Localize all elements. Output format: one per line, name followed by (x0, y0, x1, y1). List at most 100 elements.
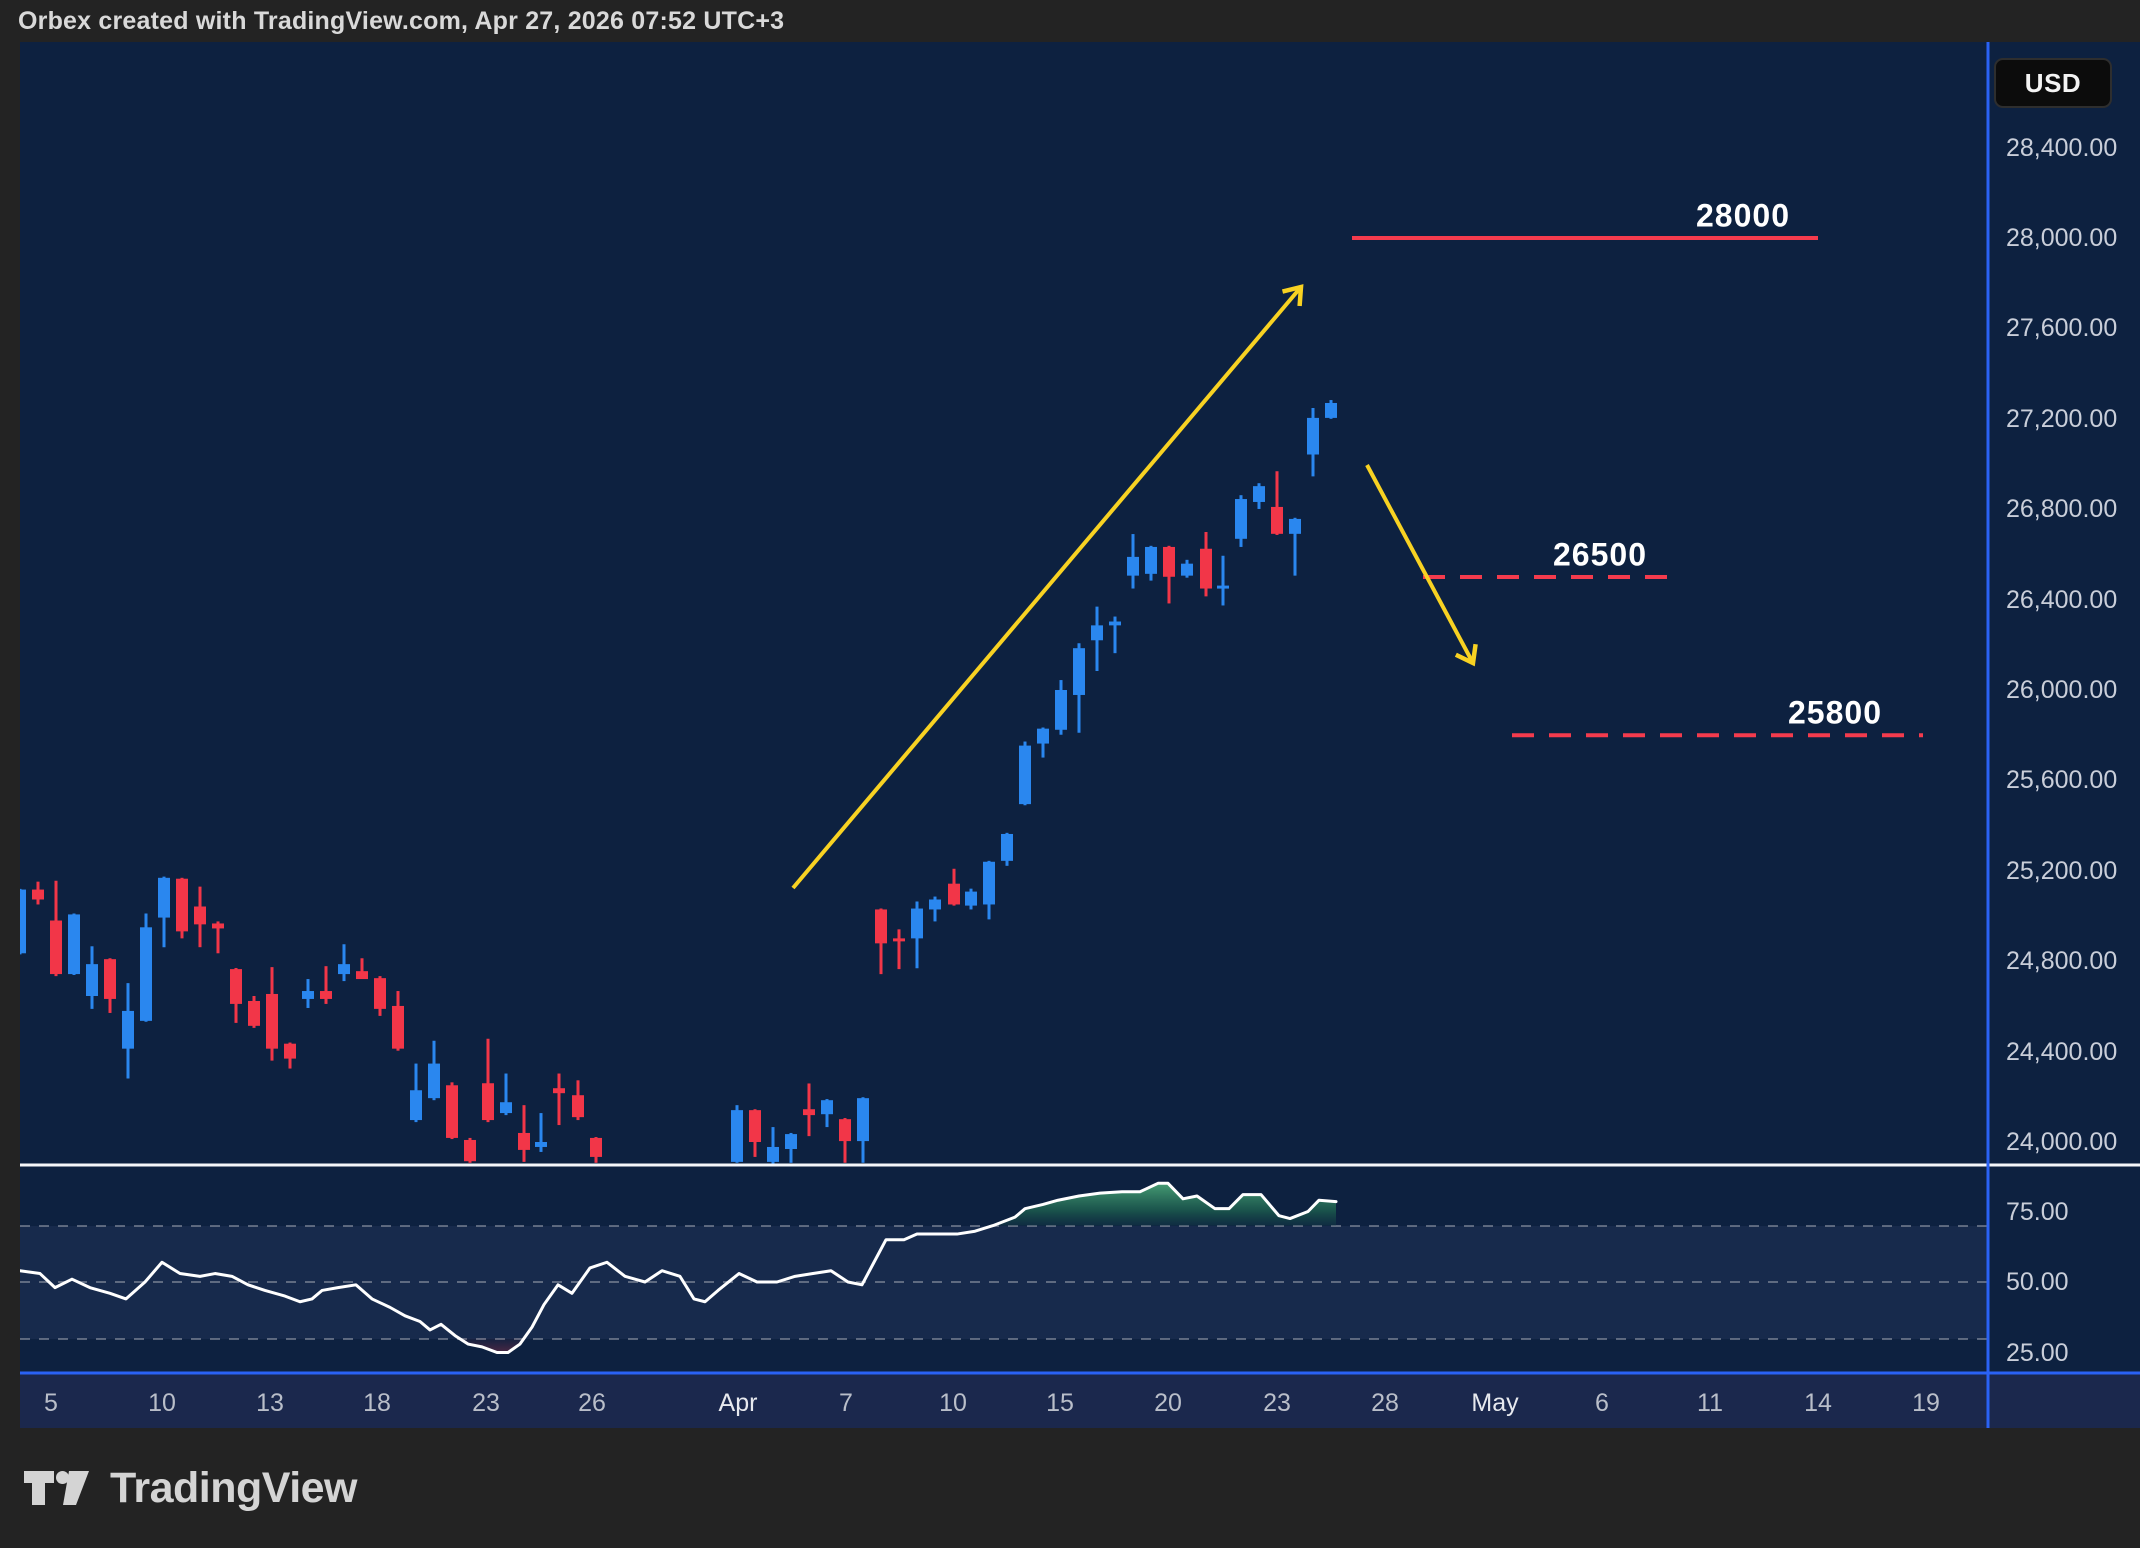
left-gutter (0, 42, 20, 1428)
candle-body (1055, 690, 1067, 730)
level-price-label[interactable]: 26500 (1553, 537, 1647, 574)
price-axis-label: 26,400.00 (2006, 585, 2117, 615)
candle-body (356, 971, 368, 979)
candle-body (122, 1011, 134, 1049)
candle-body (104, 959, 116, 999)
time-axis-label: 19 (1912, 1388, 1940, 1418)
level-price-label[interactable]: 28000 (1696, 198, 1790, 235)
candle-body (1109, 622, 1121, 626)
time-axis-label: 10 (148, 1388, 176, 1418)
candle-body (68, 914, 80, 974)
candle-body (803, 1109, 815, 1115)
candle-body (410, 1090, 422, 1120)
candle-body (572, 1095, 584, 1117)
candle-body (1163, 547, 1175, 577)
candle-body (535, 1142, 547, 1147)
candle-body (983, 862, 995, 905)
candle-body (248, 1001, 260, 1026)
rsi-axis-label: 25.00 (2006, 1338, 2069, 1368)
candle-body (1001, 834, 1013, 861)
candle-body (32, 890, 44, 900)
candle-body (482, 1083, 494, 1120)
candle-body (284, 1044, 296, 1059)
candle-body (230, 969, 242, 1004)
time-axis-label: 20 (1154, 1388, 1182, 1418)
candle-body (86, 964, 98, 996)
candle-body (839, 1119, 851, 1141)
rsi-band (20, 1226, 1987, 1339)
candle-body (140, 927, 152, 1021)
candle-body (266, 994, 278, 1049)
candle-body (749, 1110, 761, 1142)
candle-body (948, 884, 960, 905)
time-axis-label: 15 (1046, 1388, 1074, 1418)
candle-body (911, 909, 923, 939)
candle-body (1019, 746, 1031, 805)
candle-body (194, 907, 206, 925)
candle-body (1289, 519, 1301, 534)
time-axis-label: 14 (1804, 1388, 1832, 1418)
time-axis-label: 7 (839, 1388, 853, 1418)
candle-body (1307, 418, 1319, 455)
tradingview-logo-text: TradingView (110, 1464, 357, 1513)
candle-body (500, 1102, 512, 1113)
price-axis-label: 26,000.00 (2006, 675, 2117, 705)
candle-body (1037, 729, 1049, 744)
candle-body (320, 991, 332, 999)
candle-body (1181, 564, 1193, 576)
price-axis-label: 25,200.00 (2006, 856, 2117, 886)
candle-body (1127, 557, 1139, 576)
price-axis-label: 28,400.00 (2006, 133, 2117, 163)
time-axis[interactable] (20, 1374, 1988, 1428)
level-price-label[interactable]: 25800 (1788, 695, 1882, 732)
time-axis-label: 28 (1371, 1388, 1399, 1418)
candle-body (965, 892, 977, 906)
tradingview-logo[interactable]: TradingView (24, 1464, 357, 1513)
candle-body (857, 1098, 869, 1141)
candle-body (1235, 499, 1247, 539)
candle-body (176, 879, 188, 932)
candle-body (1253, 486, 1265, 502)
rsi-axis-label: 75.00 (2006, 1197, 2069, 1227)
candle-body (302, 991, 314, 999)
candle-body (767, 1147, 779, 1162)
time-axis-label: 13 (256, 1388, 284, 1418)
rsi-axis-label: 50.00 (2006, 1267, 2069, 1297)
time-axis-label: 23 (472, 1388, 500, 1418)
candle-body (338, 964, 350, 974)
candle-body (731, 1110, 743, 1162)
price-axis-label: 25,600.00 (2006, 765, 2117, 795)
candle-body (464, 1140, 476, 1161)
price-axis-label: 27,600.00 (2006, 313, 2117, 343)
chart-canvas[interactable] (0, 0, 2140, 1548)
footer-bar: TradingView (0, 1428, 2140, 1548)
snapshot-header: Orbex created with TradingView.com, Apr … (0, 0, 2140, 42)
time-axis-label: 11 (1697, 1388, 1723, 1418)
candle-body (590, 1138, 602, 1157)
price-axis-label: 26,800.00 (2006, 494, 2117, 524)
snapshot-title: Orbex created with TradingView.com, Apr … (18, 7, 784, 36)
time-axis-label: 6 (1595, 1388, 1609, 1418)
time-axis-label: 5 (44, 1388, 58, 1418)
candle-body (553, 1088, 565, 1093)
candle-body (1325, 403, 1337, 418)
candle-body (875, 909, 887, 943)
price-axis-label: 27,200.00 (2006, 404, 2117, 434)
candle-body (446, 1085, 458, 1138)
candle-body (821, 1100, 833, 1114)
currency-badge: USD (1994, 58, 2112, 108)
candle-body (158, 878, 170, 918)
candle-body (1217, 586, 1229, 589)
price-axis-label: 28,000.00 (2006, 223, 2117, 253)
candle-body (50, 921, 62, 975)
time-axis-label: Apr (719, 1388, 758, 1418)
candle-body (1073, 648, 1085, 695)
price-axis-label: 24,800.00 (2006, 946, 2117, 976)
candle-body (1200, 549, 1212, 589)
price-axis-label: 24,000.00 (2006, 1127, 2117, 1157)
time-axis-label: 10 (939, 1388, 967, 1418)
time-axis-label: 18 (363, 1388, 391, 1418)
price-axis-label: 24,400.00 (2006, 1037, 2117, 1067)
time-axis-label: 23 (1263, 1388, 1291, 1418)
tradingview-logo-icon (24, 1469, 94, 1509)
